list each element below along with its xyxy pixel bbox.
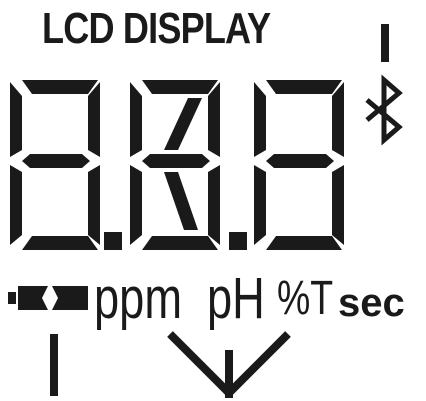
digit-2-seg-f xyxy=(130,82,142,157)
digit-2-seg-e xyxy=(130,165,142,245)
battery-leader-line xyxy=(50,334,58,396)
battery-icon xyxy=(8,286,88,310)
unit-ph: pH xyxy=(207,266,265,331)
digit-3-seg-a xyxy=(266,80,342,94)
bluetooth-icon xyxy=(365,74,403,146)
lcd-diagram: LCD DISPLAY ppm pH %T sec xyxy=(0,0,426,401)
digit-2-seg-b xyxy=(208,82,220,157)
unit-ppm: ppm xyxy=(94,266,183,331)
digit-1-seg-a xyxy=(22,80,98,94)
digit-3-seg-e xyxy=(254,165,266,245)
digit-1 xyxy=(10,80,122,250)
digit-3-seg-b xyxy=(332,82,344,157)
bluetooth-leader-line xyxy=(381,24,389,62)
digit-3 xyxy=(254,80,344,250)
digit-2 xyxy=(130,80,247,250)
digit-1-seg-c xyxy=(88,165,100,245)
unit-sec: sec xyxy=(338,281,405,325)
digit-2-seg-c xyxy=(208,165,220,245)
decimal-point-2 xyxy=(229,232,247,250)
digit-3-seg-c xyxy=(332,165,344,245)
digit-3-seg-f xyxy=(254,82,266,157)
digit-1-seg-g xyxy=(22,154,90,168)
unit-percent-t: %T xyxy=(277,272,334,325)
digit-2-seg-d xyxy=(142,236,218,250)
digit-3-seg-d xyxy=(266,236,342,250)
digit-2-seg-a xyxy=(142,80,218,94)
digit-1-seg-e xyxy=(10,165,22,245)
lcd-segments xyxy=(8,24,403,398)
units-pointer-arrow xyxy=(167,331,291,398)
digit-2-seg-diag-top xyxy=(164,98,202,150)
digit-2-seg-g xyxy=(142,154,210,168)
digit-1-seg-d xyxy=(22,236,98,250)
decimal-point-1 xyxy=(104,232,122,250)
digit-3-seg-g xyxy=(266,154,334,168)
digit-1-seg-b xyxy=(88,82,100,157)
digit-2-seg-diag-bottom xyxy=(164,172,198,230)
digit-1-seg-f xyxy=(10,82,22,157)
